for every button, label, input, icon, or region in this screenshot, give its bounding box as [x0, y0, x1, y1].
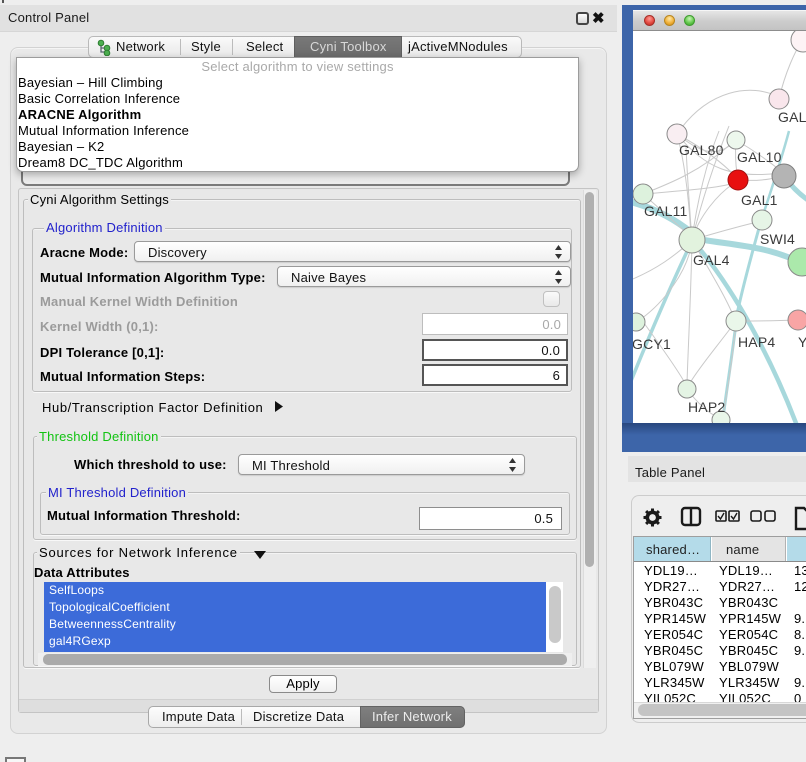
svg-text:GAL11: GAL11 — [644, 203, 688, 219]
svg-text:SWI4: SWI4 — [760, 231, 795, 247]
svg-text:Y: Y — [798, 334, 806, 350]
svg-text:HAP2: HAP2 — [688, 399, 725, 415]
svg-text:GCY1: GCY1 — [633, 336, 671, 352]
svg-text:GAL80: GAL80 — [679, 142, 724, 158]
svg-text:GAL1: GAL1 — [741, 192, 778, 208]
svg-text:HAP4: HAP4 — [738, 334, 775, 350]
svg-text:GAL10: GAL10 — [737, 149, 782, 165]
svg-text:GAL4: GAL4 — [693, 252, 730, 268]
svg-text:GAL: GAL — [778, 109, 806, 125]
